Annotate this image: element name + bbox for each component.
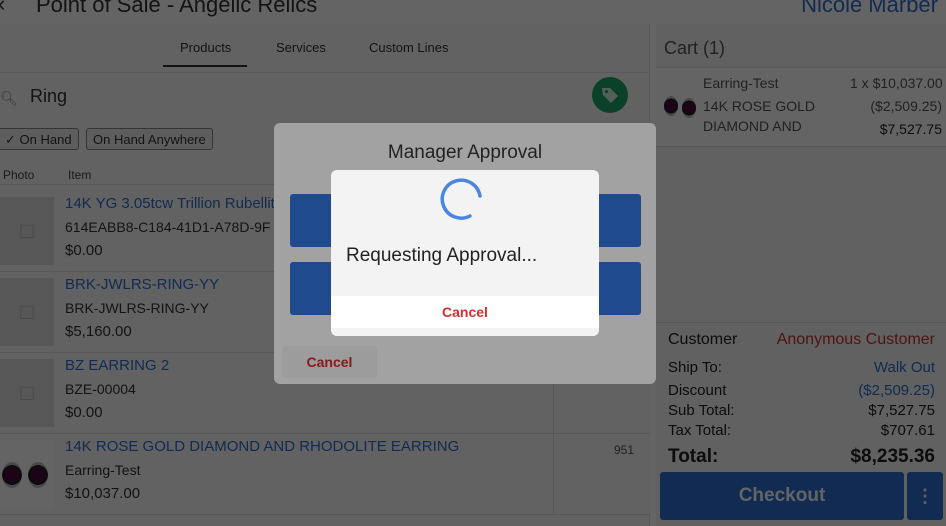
request-cancel-button[interactable]: Cancel bbox=[331, 296, 599, 328]
requesting-approval-message: Requesting Approval... bbox=[346, 245, 538, 266]
requesting-approval-dialog: Requesting Approval... Cancel bbox=[331, 170, 599, 336]
loading-spinner-icon bbox=[440, 178, 482, 220]
